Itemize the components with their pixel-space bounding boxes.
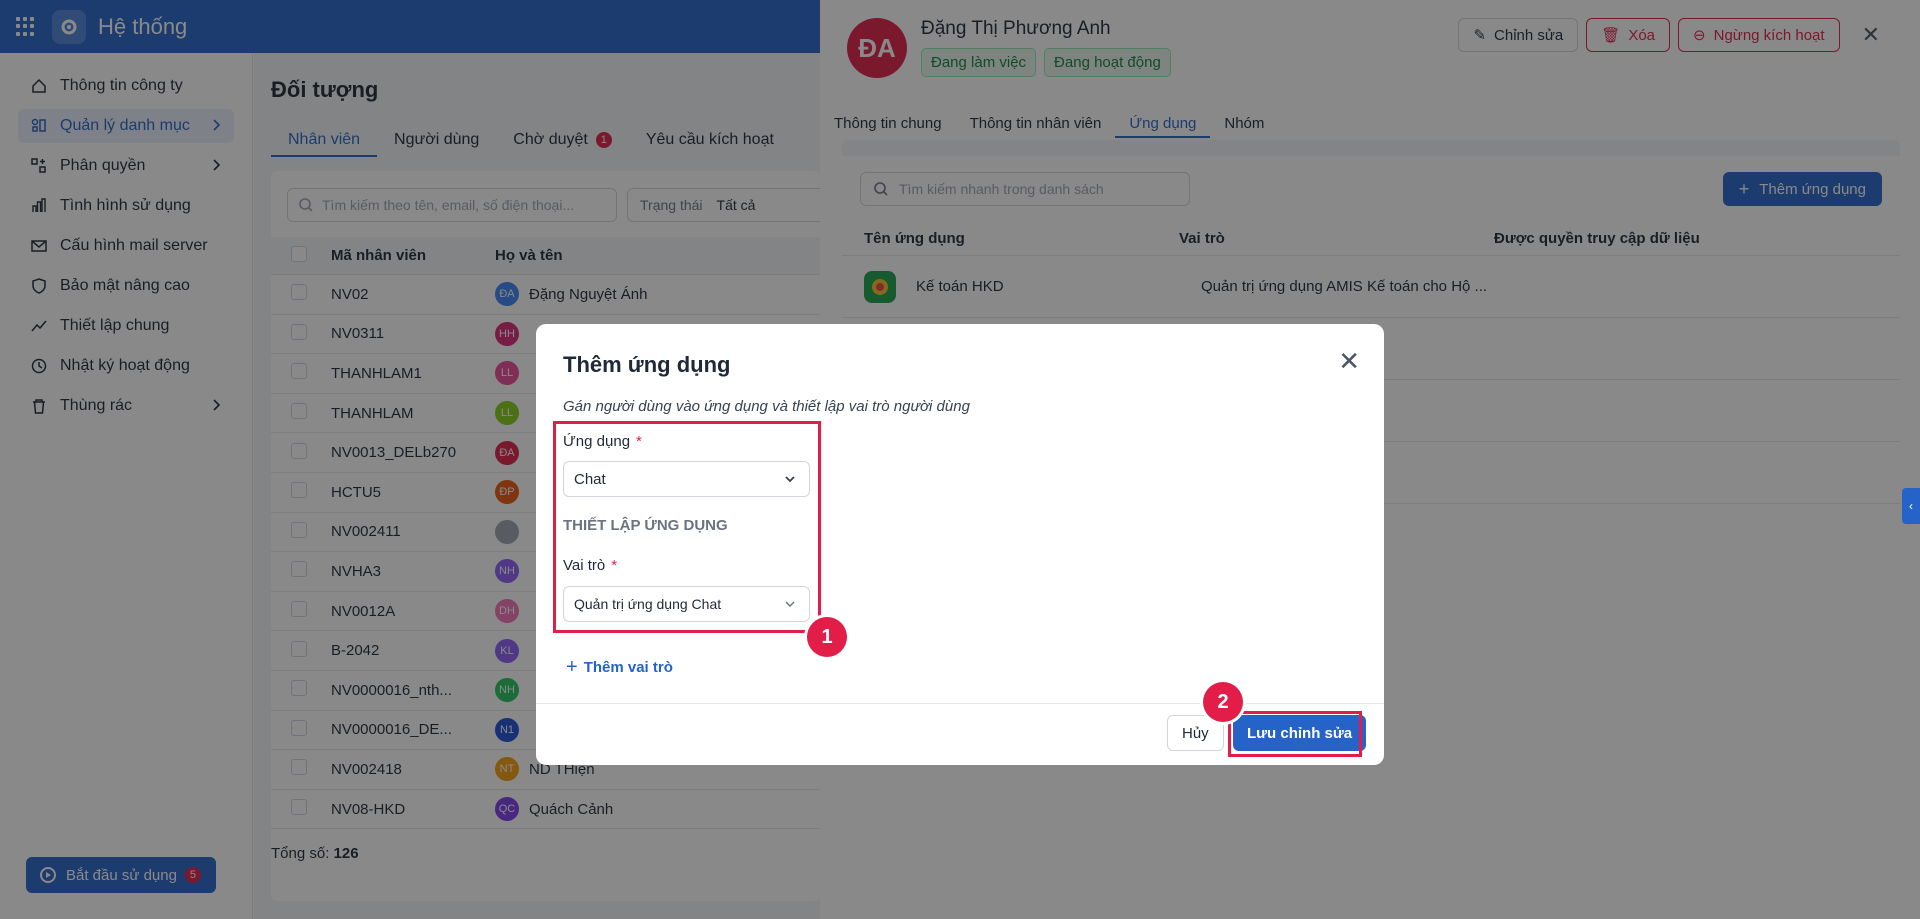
add-role-label: Thêm vai trò: [583, 659, 673, 676]
highlight-box-step2: [1228, 711, 1362, 757]
dialog-title: Thêm ứng dụng: [563, 352, 731, 377]
add-role-button[interactable]: + Thêm vai trò: [566, 656, 673, 679]
highlight-box-step1: [553, 421, 821, 633]
dialog-subtitle: Gán người dùng vào ứng dụng và thiết lập…: [563, 398, 970, 415]
step-marker-1: 1: [807, 617, 847, 657]
plus-icon: +: [566, 656, 578, 678]
step-marker-2: 2: [1203, 682, 1243, 722]
side-expand-tab[interactable]: ‹: [1902, 488, 1920, 524]
close-icon[interactable]: ✕: [1338, 346, 1360, 377]
